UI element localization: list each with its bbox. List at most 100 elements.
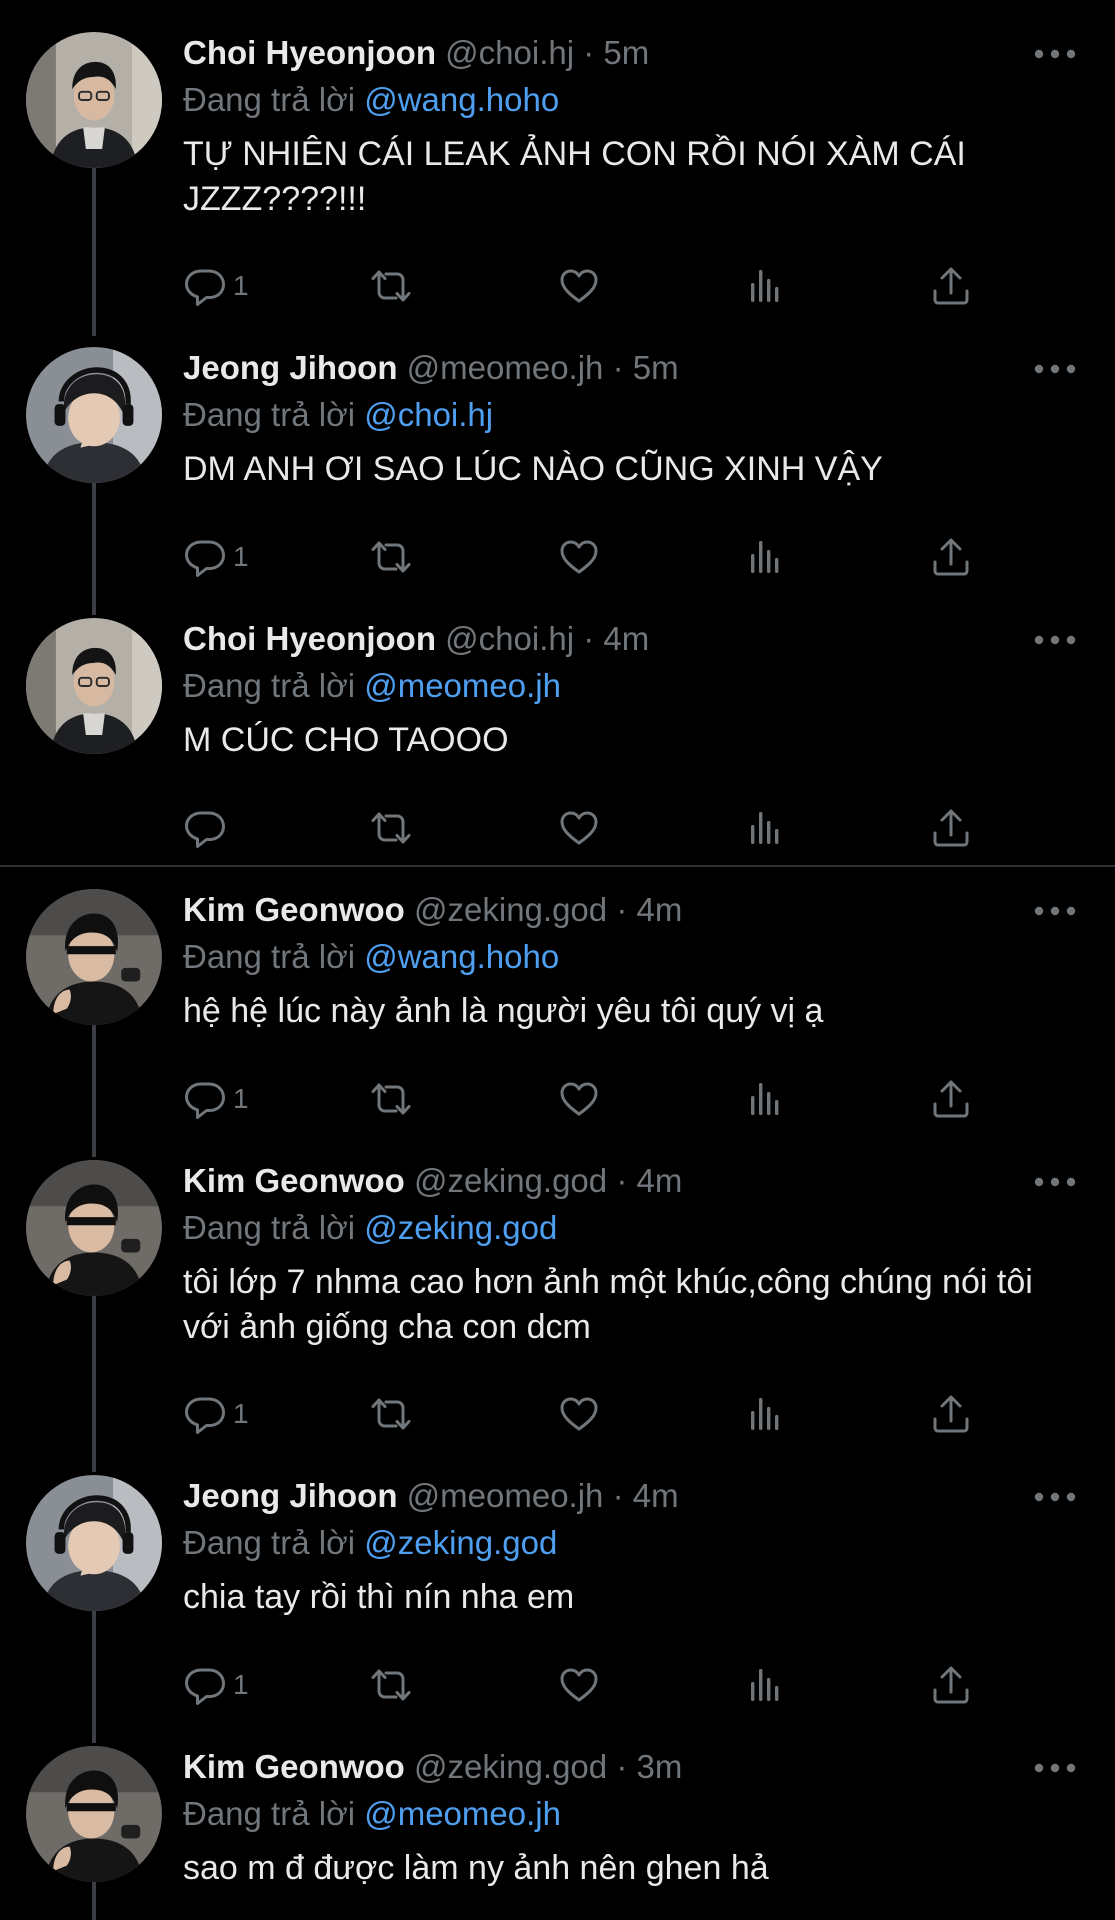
- separator-dot: ·: [612, 1477, 624, 1514]
- timestamp[interactable]: 4m: [633, 1477, 679, 1514]
- more-horizontal-icon[interactable]: [1031, 895, 1079, 927]
- like-button[interactable]: [557, 258, 601, 314]
- avatar[interactable]: [26, 1475, 162, 1611]
- share-button[interactable]: [929, 1386, 973, 1442]
- timestamp[interactable]: 4m: [636, 891, 682, 928]
- retweet-button[interactable]: [369, 529, 413, 585]
- replying-to: Đang trả lời @zeking.god: [183, 1206, 557, 1250]
- user-handle[interactable]: @choi.hj: [445, 620, 574, 657]
- display-name[interactable]: Jeong Jihoon: [183, 349, 398, 386]
- retweet-button[interactable]: [369, 258, 413, 314]
- like-button[interactable]: [557, 800, 601, 856]
- avatar[interactable]: [26, 1746, 162, 1882]
- views-button[interactable]: [743, 800, 787, 856]
- mention-link[interactable]: @meomeo.jh: [364, 667, 561, 704]
- share-upload-icon: [929, 1663, 973, 1707]
- user-handle[interactable]: @meomeo.jh: [407, 349, 604, 386]
- retweet-icon: [369, 264, 413, 308]
- more-horizontal-icon[interactable]: [1031, 624, 1079, 656]
- tweet-text: sao m đ được làm ny ảnh nên ghen hả: [183, 1849, 769, 1887]
- retweet-icon: [369, 1077, 413, 1121]
- display-name[interactable]: Kim Geonwoo: [183, 1162, 405, 1199]
- timestamp[interactable]: 5m: [603, 34, 649, 71]
- tweet[interactable]: Kim Geonwoo @zeking.god · 4m Đang trả lời…: [0, 857, 1115, 1157]
- tweet[interactable]: Kim Geonwoo @zeking.god · 4m Đang trả lời…: [0, 1128, 1115, 1472]
- reply-button[interactable]: 1: [183, 1386, 249, 1442]
- avatar[interactable]: [26, 889, 162, 1025]
- display-name[interactable]: Choi Hyeonjoon: [183, 620, 436, 657]
- user-handle[interactable]: @choi.hj: [445, 34, 574, 71]
- user-handle[interactable]: @zeking.god: [414, 1748, 607, 1785]
- retweet-icon: [369, 535, 413, 579]
- mention-link[interactable]: @wang.hoho: [364, 81, 559, 118]
- tweet[interactable]: Kim Geonwoo @zeking.god · 3m Đang trả lời…: [0, 1714, 1115, 1920]
- tweet[interactable]: Choi Hyeonjoon @choi.hj · 4m Đang trả lời…: [0, 586, 1115, 857]
- timestamp[interactable]: 4m: [636, 1162, 682, 1199]
- retweet-button[interactable]: [369, 1386, 413, 1442]
- heart-icon: [557, 535, 601, 579]
- reply-bubble-icon: [183, 806, 227, 850]
- like-button[interactable]: [557, 1386, 601, 1442]
- user-handle[interactable]: @zeking.god: [414, 891, 607, 928]
- share-button[interactable]: [929, 1657, 973, 1713]
- views-button[interactable]: [743, 1657, 787, 1713]
- share-button[interactable]: [929, 1071, 973, 1127]
- user-handle[interactable]: @meomeo.jh: [407, 1477, 604, 1514]
- views-button[interactable]: [743, 1071, 787, 1127]
- like-button[interactable]: [557, 1071, 601, 1127]
- mention-link[interactable]: @choi.hj: [364, 396, 493, 433]
- avatar[interactable]: [26, 1160, 162, 1296]
- reply-button[interactable]: [183, 800, 233, 856]
- like-button[interactable]: [557, 1657, 601, 1713]
- tweet[interactable]: Choi Hyeonjoon @choi.hj · 5m Đang trả lời…: [0, 0, 1115, 336]
- user-handle[interactable]: @zeking.god: [414, 1162, 607, 1199]
- share-upload-icon: [929, 535, 973, 579]
- reply-button[interactable]: 1: [183, 1657, 249, 1713]
- timestamp[interactable]: 3m: [636, 1748, 682, 1785]
- reply-button[interactable]: 1: [183, 529, 249, 585]
- avatar[interactable]: [26, 347, 162, 483]
- mention-link[interactable]: @zeking.god: [364, 1524, 557, 1561]
- display-name[interactable]: Kim Geonwoo: [183, 1748, 405, 1785]
- views-button[interactable]: [743, 1386, 787, 1442]
- share-button[interactable]: [929, 529, 973, 585]
- tweet[interactable]: Jeong Jihoon @meomeo.jh · 5m Đang trả lời…: [0, 315, 1115, 615]
- tweet-actions: 1: [183, 1071, 1075, 1127]
- retweet-button[interactable]: [369, 800, 413, 856]
- like-button[interactable]: [557, 529, 601, 585]
- more-horizontal-icon[interactable]: [1031, 1752, 1079, 1784]
- avatar[interactable]: [26, 32, 162, 168]
- share-button[interactable]: [929, 258, 973, 314]
- share-upload-icon: [929, 806, 973, 850]
- more-horizontal-icon[interactable]: [1031, 38, 1079, 70]
- share-button[interactable]: [929, 800, 973, 856]
- timestamp[interactable]: 4m: [603, 620, 649, 657]
- mention-link[interactable]: @meomeo.jh: [364, 1795, 561, 1832]
- more-horizontal-icon[interactable]: [1031, 353, 1079, 385]
- share-upload-icon: [929, 1392, 973, 1436]
- replying-to-label: Đang trả lời: [183, 396, 356, 433]
- retweet-button[interactable]: [369, 1657, 413, 1713]
- reply-button[interactable]: 1: [183, 1071, 249, 1127]
- display-name[interactable]: Jeong Jihoon: [183, 1477, 398, 1514]
- mention-link[interactable]: @wang.hoho: [364, 938, 559, 975]
- separator-dot: ·: [616, 1162, 628, 1199]
- replying-to-label: Đang trả lời: [183, 667, 356, 704]
- more-horizontal-icon[interactable]: [1031, 1166, 1079, 1198]
- heart-icon: [557, 1663, 601, 1707]
- avatar[interactable]: [26, 618, 162, 754]
- retweet-button[interactable]: [369, 1071, 413, 1127]
- reply-bubble-icon: [183, 1392, 227, 1436]
- display-name[interactable]: Choi Hyeonjoon: [183, 34, 436, 71]
- mention-link[interactable]: @zeking.god: [364, 1209, 557, 1246]
- thread-connector-line: [92, 1882, 96, 1920]
- tweet-header: Kim Geonwoo @zeking.god · 4m: [183, 887, 995, 933]
- replying-to-label: Đang trả lời: [183, 1524, 356, 1561]
- reply-button[interactable]: 1: [183, 258, 249, 314]
- timestamp[interactable]: 5m: [633, 349, 679, 386]
- display-name[interactable]: Kim Geonwoo: [183, 891, 405, 928]
- views-button[interactable]: [743, 258, 787, 314]
- more-horizontal-icon[interactable]: [1031, 1481, 1079, 1513]
- tweet[interactable]: Jeong Jihoon @meomeo.jh · 4m Đang trả lời…: [0, 1443, 1115, 1743]
- views-button[interactable]: [743, 529, 787, 585]
